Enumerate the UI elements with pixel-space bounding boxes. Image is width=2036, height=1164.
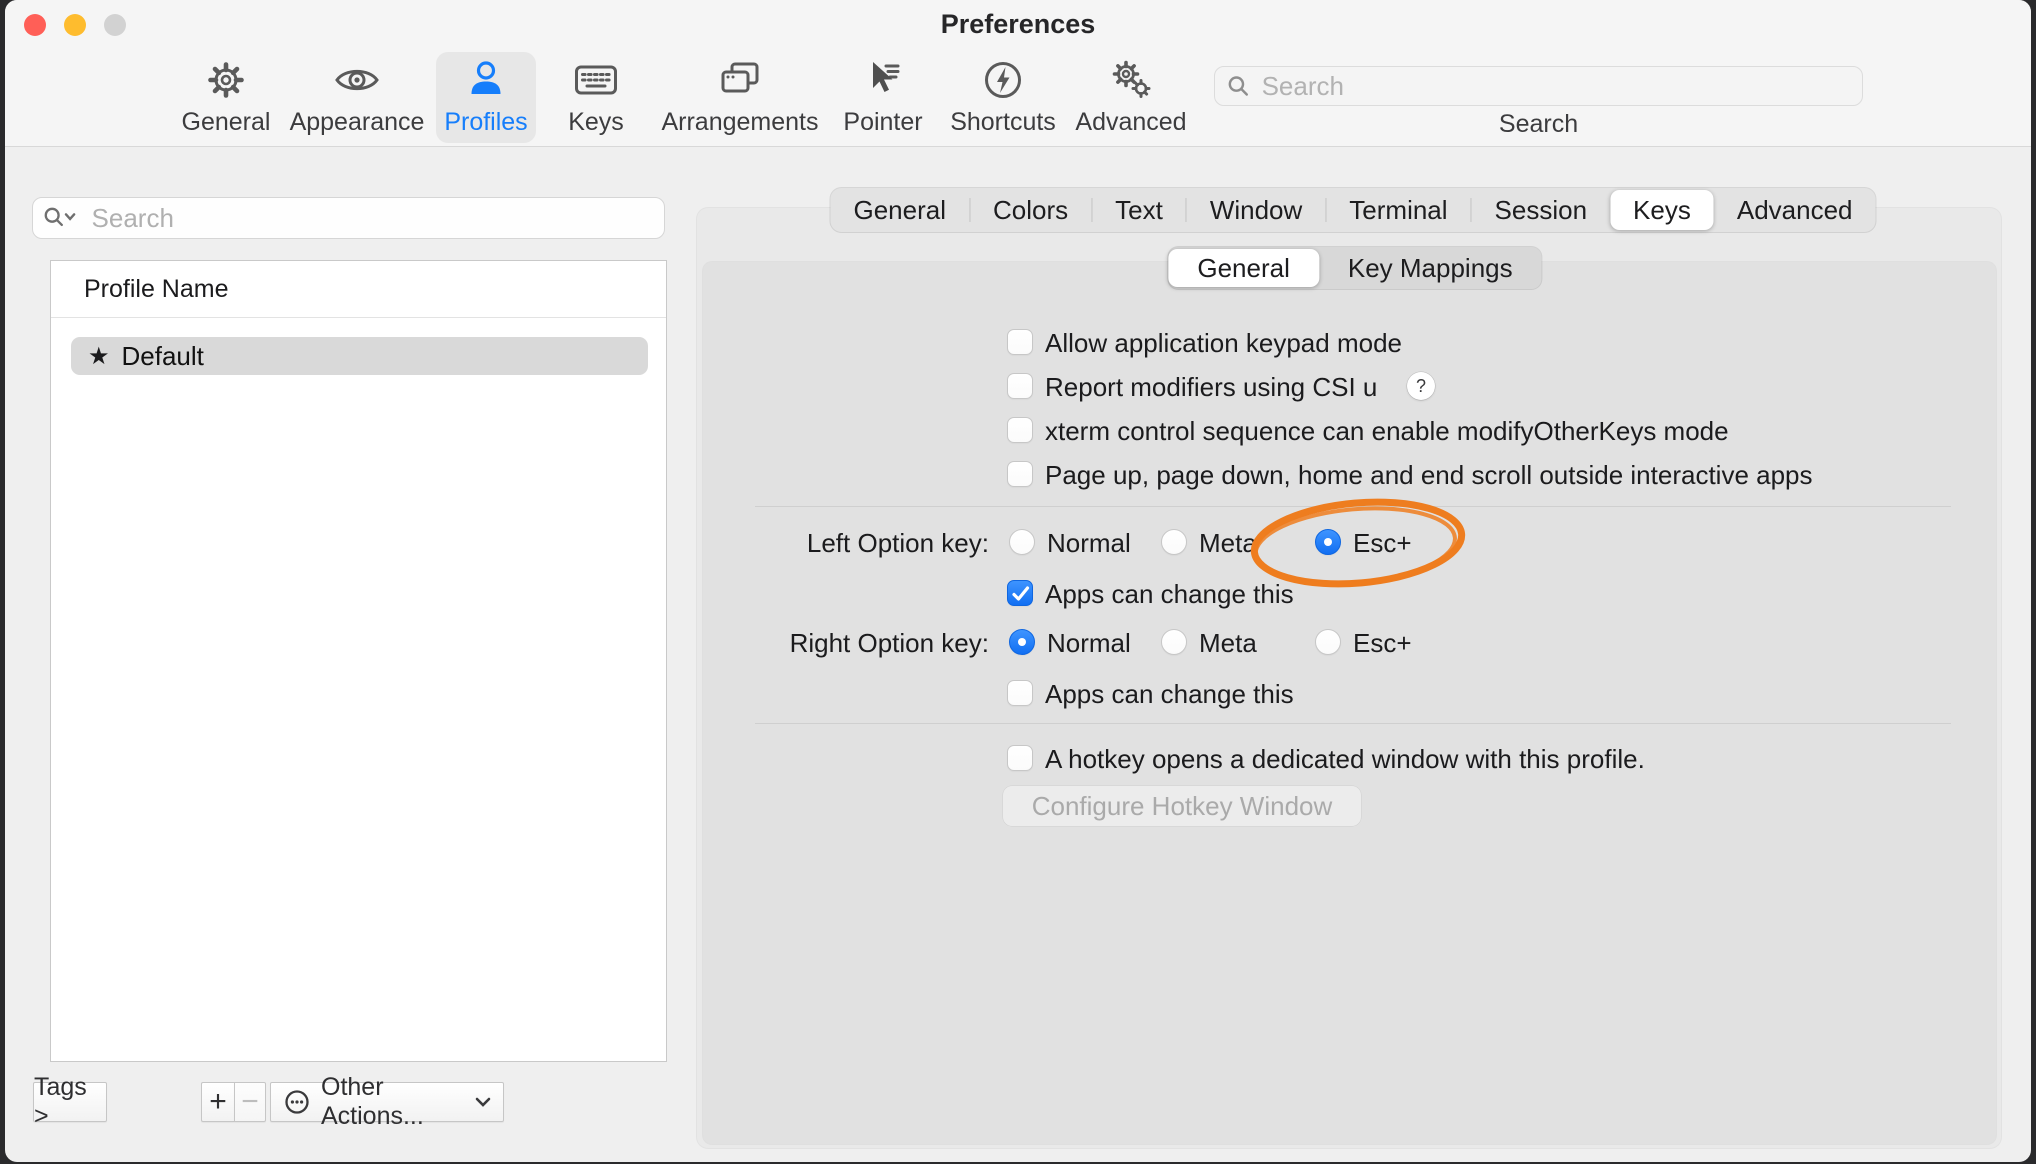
checkbox-label: Page up, page down, home and end scroll … — [1045, 460, 1813, 491]
radio-label: Esc+ — [1353, 528, 1412, 559]
default-star-icon: ★ — [88, 342, 110, 371]
divider — [755, 506, 1951, 507]
other-actions-dropdown[interactable]: Other Actions... — [270, 1082, 504, 1122]
toolbar-item-advanced[interactable]: Advanced — [1046, 54, 1216, 137]
profile-search-input[interactable] — [90, 202, 654, 235]
checkbox-label: Apps can change this — [1045, 679, 1294, 710]
right-option-esc-radio[interactable] — [1315, 629, 1341, 655]
radio-label: Normal — [1047, 628, 1131, 659]
ellipsis-circle-icon — [283, 1088, 311, 1116]
toolbar-item-label: Advanced — [1046, 108, 1216, 137]
window-title: Preferences — [5, 9, 2031, 40]
left-apps-can-change-checkbox[interactable] — [1007, 580, 1033, 606]
profile-list-column-header: Profile Name — [51, 261, 666, 318]
checkmark-icon — [1011, 585, 1031, 603]
right-apps-can-change-checkbox[interactable] — [1007, 680, 1033, 706]
checkbox-allow-keypad[interactable] — [1007, 329, 1033, 355]
checkbox-label: Apps can change this — [1045, 579, 1294, 610]
toolbar-search-input[interactable] — [1260, 70, 1850, 103]
profile-tabs: General Colors Text Window Terminal Sess… — [830, 188, 1875, 232]
left-option-normal-radio[interactable] — [1009, 529, 1035, 555]
subtab-key-mappings[interactable]: Key Mappings — [1319, 249, 1542, 287]
divider — [755, 723, 1951, 724]
tab-advanced[interactable]: Advanced — [1714, 190, 1876, 230]
checkbox-modifyotherkeys[interactable] — [1007, 417, 1033, 443]
right-option-key-label: Right Option key: — [645, 628, 989, 659]
other-actions-label: Other Actions... — [321, 1073, 475, 1131]
checkbox-label: xterm control sequence can enable modify… — [1045, 416, 1729, 447]
checkbox-label: Report modifiers using CSI u — [1045, 372, 1377, 403]
profile-search-field[interactable] — [32, 197, 665, 239]
preferences-window: Preferences General Appearance — [5, 0, 2031, 1162]
tab-colors[interactable]: Colors — [970, 190, 1091, 230]
toolbar-search-label: Search — [1214, 110, 1863, 139]
add-profile-button[interactable]: + — [201, 1082, 234, 1122]
search-scope-icon — [43, 205, 82, 231]
radio-label: Esc+ — [1353, 628, 1412, 659]
toolbar-search-field[interactable] — [1214, 66, 1863, 106]
checkbox-report-csi-u[interactable] — [1007, 373, 1033, 399]
help-button[interactable]: ? — [1407, 372, 1435, 400]
chevron-down-icon — [475, 1097, 491, 1107]
search-icon — [1227, 74, 1250, 98]
subtab-general[interactable]: General — [1168, 249, 1319, 287]
checkbox-label: A hotkey opens a dedicated window with t… — [1045, 744, 1645, 775]
tags-button[interactable]: Tags > — [33, 1082, 107, 1122]
tab-window[interactable]: Window — [1187, 190, 1325, 230]
radio-label: Meta — [1199, 528, 1257, 559]
checkbox-label: Allow application keypad mode — [1045, 328, 1402, 359]
right-option-normal-radio[interactable] — [1009, 629, 1035, 655]
gears-icon — [1046, 54, 1216, 106]
left-option-meta-radio[interactable] — [1161, 529, 1187, 555]
profile-row-default[interactable]: ★ Default — [71, 337, 648, 375]
tab-text[interactable]: Text — [1092, 190, 1186, 230]
radio-label: Meta — [1199, 628, 1257, 659]
tab-session[interactable]: Session — [1472, 190, 1611, 230]
remove-profile-button: − — [234, 1082, 266, 1122]
radio-label: Normal — [1047, 528, 1131, 559]
tab-general[interactable]: General — [830, 190, 969, 230]
tab-terminal[interactable]: Terminal — [1326, 190, 1470, 230]
left-option-esc-radio[interactable] — [1315, 529, 1341, 555]
tab-keys[interactable]: Keys — [1610, 190, 1714, 230]
profile-name: Default — [122, 341, 204, 372]
checkbox-page-scroll[interactable] — [1007, 461, 1033, 487]
left-option-key-label: Left Option key: — [645, 528, 989, 559]
hotkey-window-checkbox[interactable] — [1007, 745, 1033, 771]
right-option-meta-radio[interactable] — [1161, 629, 1187, 655]
profile-list: Profile Name ★ Default — [50, 260, 667, 1062]
keys-subtabs: General Key Mappings — [1168, 247, 1541, 289]
configure-hotkey-window-button: Configure Hotkey Window — [1003, 786, 1361, 826]
